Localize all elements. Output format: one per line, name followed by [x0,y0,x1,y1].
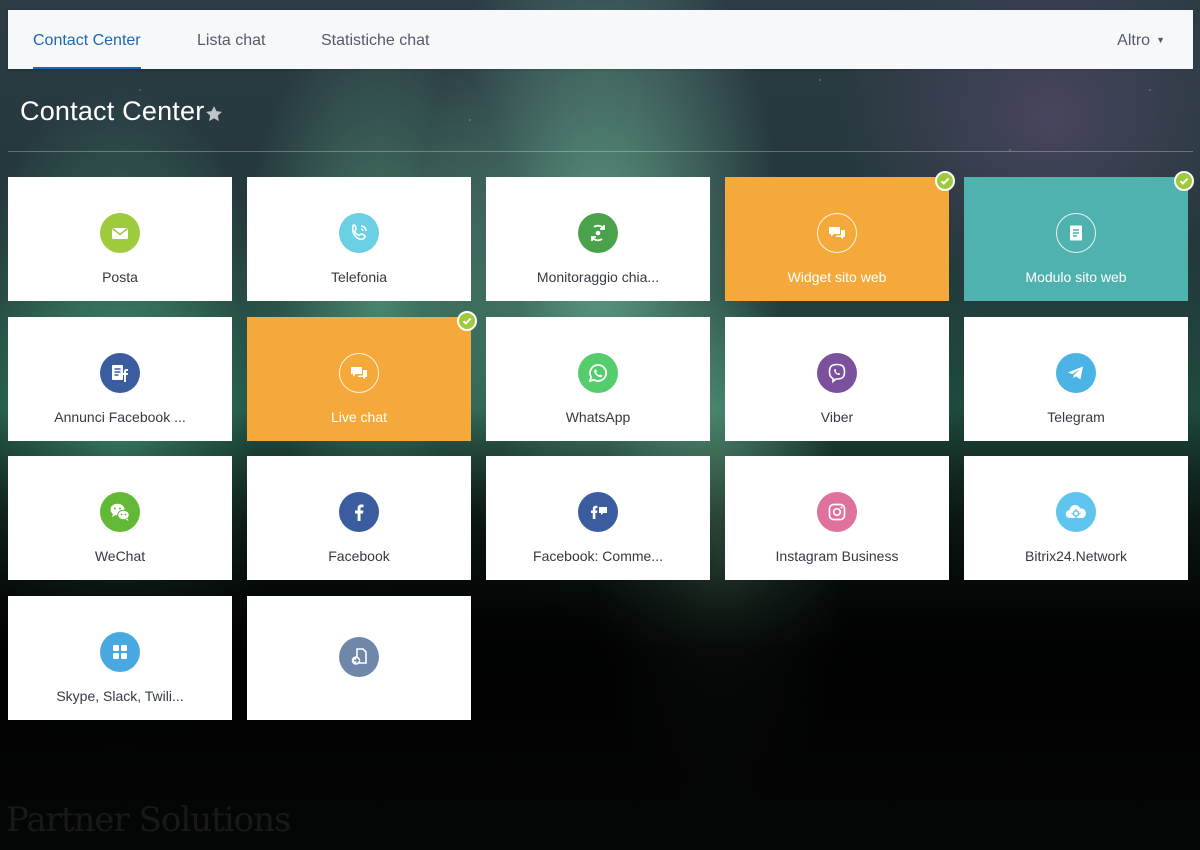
connected-check-icon [1174,171,1194,191]
phone-icon [339,213,379,253]
connector-tile-label: Widget sito web [787,269,887,285]
watermark-text: Partner Solutions [6,800,292,840]
connector-tile-label: Telegram [1047,409,1105,425]
connector-tile-modulo-sito-web[interactable]: Modulo sito web [964,171,1194,301]
chat-bubbles-icon [339,353,379,393]
connector-tile-import[interactable] [247,596,471,720]
connector-tile-telefonia[interactable]: Telefonia [247,177,471,301]
facebook-leads-icon [100,353,140,393]
connector-tile-bitrix24-network[interactable]: Bitrix24.Network [964,456,1188,580]
connector-tile-label: Facebook [328,548,390,564]
connector-tile-live-chat[interactable]: Live chat [247,311,477,441]
connector-tile-label: Instagram Business [775,548,899,564]
connector-tile-label: Modulo sito web [1025,269,1127,285]
connector-tile-annunci-facebook[interactable]: Annunci Facebook ... [8,317,232,441]
cloud-network-icon [1056,492,1096,532]
connector-tile-label: Telefonia [330,269,388,285]
tab-lista-chat[interactable]: Lista chat [197,10,265,69]
connected-check-icon [457,311,477,331]
connector-tile-skype-slack-twili[interactable]: Skype, Slack, Twili... [8,596,232,720]
viber-icon [817,353,857,393]
connector-tile-label: Annunci Facebook ... [54,409,186,425]
tab-statistiche-chat[interactable]: Statistiche chat [321,10,430,69]
connector-tile-instagram-business[interactable]: Instagram Business [725,456,949,580]
connector-tile-whatsapp[interactable]: WhatsApp [486,317,710,441]
connector-tile-label: WeChat [94,548,146,564]
connector-tile-label: Viber [820,409,854,425]
caret-down-icon: ▼ [1156,35,1165,45]
connector-tile-posta[interactable]: Posta [8,177,232,301]
connector-tile-label: Posta [102,269,138,285]
call-tracking-icon [578,213,618,253]
connector-tile-viber[interactable]: Viber [725,317,949,441]
connector-tile-label: Facebook: Comme... [533,548,663,564]
connector-tile-facebook-comme[interactable]: Facebook: Comme... [486,456,710,580]
title-divider [8,151,1193,152]
connector-tile-label: Monitoraggio chia... [536,269,660,285]
connector-tile-widget-sito-web[interactable]: Widget sito web [725,171,955,301]
page-title: Contact Center [20,96,205,126]
favorite-star-icon[interactable] [204,104,224,124]
tab-contact-center[interactable]: Contact Center [33,10,141,69]
facebook-icon [339,492,379,532]
telegram-icon [1056,353,1096,393]
connector-tile-label: Bitrix24.Network [1025,548,1127,564]
whatsapp-icon [578,353,618,393]
more-menu-label: Altro [1117,32,1151,49]
apps-grid-icon [100,632,140,672]
connector-tile-telegram[interactable]: Telegram [964,317,1188,441]
top-navigation: Contact Center Lista chat Statistiche ch… [8,10,1193,69]
facebook-comments-icon [578,492,618,532]
connected-check-icon [935,171,955,191]
connector-tile-facebook[interactable]: Facebook [247,456,471,580]
connector-tile-label: Skype, Slack, Twili... [56,688,184,704]
chat-bubbles-icon [817,213,857,253]
wechat-icon [100,492,140,532]
connector-tile-label: Live chat [330,409,388,425]
more-menu[interactable]: Altro ▼ [1117,10,1165,69]
instagram-icon [817,492,857,532]
import-icon [339,637,379,677]
connector-tile-monitoraggio-chia[interactable]: Monitoraggio chia... [486,177,710,301]
form-icon [1056,213,1096,253]
mail-icon [100,213,140,253]
connector-tile-wechat[interactable]: WeChat [8,456,232,580]
connector-tile-label: WhatsApp [565,409,631,425]
